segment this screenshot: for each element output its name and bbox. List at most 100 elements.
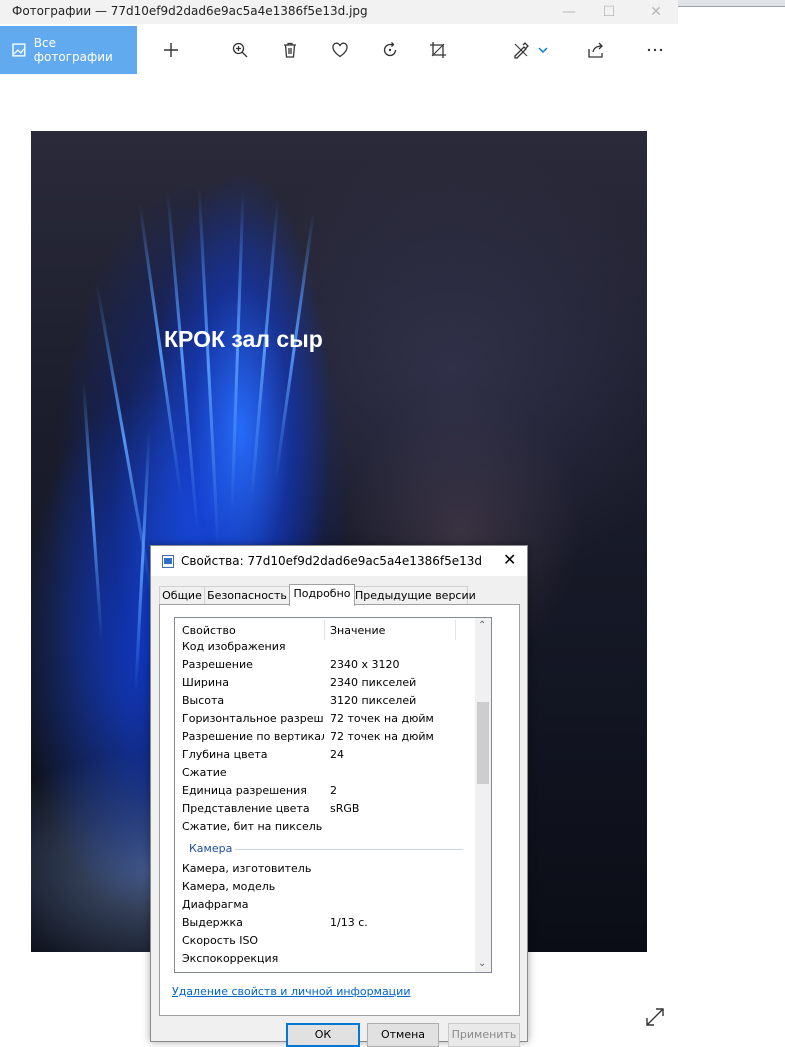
background-area <box>678 0 785 1040</box>
property-row[interactable]: Камера, изготовитель <box>175 860 475 878</box>
property-row[interactable]: Единица разрешения 2 <box>175 782 475 800</box>
scrollbar-thumb[interactable] <box>477 702 489 784</box>
property-row[interactable]: Код изображения <box>175 638 475 656</box>
scroll-up-icon[interactable]: ⌃ <box>478 620 486 631</box>
remove-properties-link[interactable]: Удаление свойств и личной информации <box>172 985 410 998</box>
rotate-icon <box>383 42 397 57</box>
list-scrollbar[interactable]: ⌃ ⌄ <box>475 618 491 972</box>
property-name: Сжатие, бит на пиксель <box>182 820 323 833</box>
property-row[interactable]: Горизонтальное разреше... 72 точек на дюй… <box>175 710 475 728</box>
property-name: Выдержка <box>182 916 243 929</box>
column-divider[interactable] <box>455 620 456 640</box>
title-bar: Фотографии — 77d10ef9d2dad6e9ac5a4e1386f… <box>0 0 678 24</box>
window-title: Фотографии — 77d10ef9d2dad6e9ac5a4e1386f… <box>12 4 368 18</box>
add-icon <box>164 43 178 57</box>
chevron-down-icon <box>538 47 548 53</box>
tab-security[interactable]: Безопасность <box>204 586 290 605</box>
property-name: Скорость ISO <box>182 934 259 947</box>
tab-details[interactable]: Подробно <box>289 584 355 606</box>
minimize-button[interactable]: — <box>558 2 580 22</box>
property-row[interactable]: Выдержка 1/13 с. <box>175 914 475 932</box>
delete-button[interactable] <box>278 38 302 62</box>
property-value: 24 <box>330 748 344 761</box>
edit-icon <box>514 42 529 59</box>
property-value: 2 <box>330 784 337 797</box>
property-row[interactable]: Разрешение по вертикали 72 точек на дюйм <box>175 728 475 746</box>
zoom-in-icon <box>232 42 248 58</box>
ok-button[interactable]: ОК <box>286 1023 360 1047</box>
edit-dropdown-button[interactable] <box>533 38 553 62</box>
property-row[interactable]: Глубина цвета 24 <box>175 746 475 764</box>
column-divider[interactable] <box>324 620 325 640</box>
delete-icon <box>284 42 296 58</box>
properties-dialog: Свойства: 77d10ef9d2dad6e9ac5a4e1386f5e1… <box>150 545 528 1047</box>
property-value: 2340 пикселей <box>330 676 417 689</box>
hair-strand <box>134 431 151 691</box>
background-window-edge <box>678 0 785 7</box>
property-row[interactable]: Представление цвета sRGB <box>175 800 475 818</box>
property-name: Камера, изготовитель <box>182 862 312 875</box>
property-value: sRGB <box>330 802 360 815</box>
property-value: 3120 пикселей <box>330 694 417 707</box>
property-name: Разрешение <box>182 658 253 671</box>
hair-strand <box>197 186 220 546</box>
property-row[interactable]: Диафрагма <box>175 896 475 914</box>
property-name: Ширина <box>182 676 229 689</box>
fullscreen-icon[interactable] <box>644 1006 666 1028</box>
photo-caption-text: КРОК зал сыр <box>164 326 323 352</box>
property-row[interactable]: Сжатие, бит на пиксель <box>175 818 475 836</box>
property-value: 72 точек на дюйм <box>330 712 434 725</box>
dialog-title: Свойства: 77d10ef9d2dad6e9ac5a4e1386f5e1… <box>181 554 482 568</box>
maximize-button[interactable]: ☐ <box>598 2 620 22</box>
zoom-in-button[interactable] <box>228 38 252 62</box>
property-name: Глубина цвета <box>182 748 268 761</box>
property-row[interactable]: Камера, модель <box>175 878 475 896</box>
hair-strand <box>166 191 199 531</box>
property-row[interactable]: Сжатие <box>175 764 475 782</box>
crop-icon <box>430 42 446 58</box>
edit-button[interactable] <box>509 38 533 62</box>
hair-strand <box>95 283 154 599</box>
scroll-down-icon[interactable]: ⌄ <box>478 958 486 969</box>
property-value: 2340 x 3120 <box>330 658 400 671</box>
properties-list: Свойство Значение Код изображения Разреш… <box>174 617 492 973</box>
property-row[interactable]: Ширина 2340 пикселей <box>175 674 475 692</box>
tab-previous-versions[interactable]: Предыдущие версии <box>354 586 476 605</box>
all-photos-button[interactable]: Все фотографии <box>0 26 137 74</box>
share-icon <box>588 42 603 58</box>
group-divider <box>235 849 463 850</box>
dialog-title-bar: Свойства: 77d10ef9d2dad6e9ac5a4e1386f5e1… <box>151 546 527 576</box>
property-name: Единица разрешения <box>182 784 307 797</box>
more-icon <box>647 48 663 52</box>
more-button[interactable] <box>643 38 667 62</box>
apply-button[interactable]: Применить <box>448 1023 520 1047</box>
all-photos-label: Все фотографии <box>33 36 113 64</box>
file-icon <box>162 555 174 568</box>
property-name: Камера, модель <box>182 880 276 893</box>
crop-button[interactable] <box>426 38 450 62</box>
property-name: Сжатие <box>182 766 227 779</box>
property-name: Представление цвета <box>182 802 310 815</box>
property-value: 1/13 с. <box>330 916 368 929</box>
property-row[interactable]: Высота 3120 пикселей <box>175 692 475 710</box>
property-name: Горизонтальное разреше... <box>182 712 324 725</box>
property-row[interactable]: Скорость ISO <box>175 932 475 950</box>
heart-icon <box>332 42 348 58</box>
tab-general[interactable]: Общие <box>159 586 205 605</box>
dialog-close-icon[interactable]: ✕ <box>503 550 516 569</box>
hair-strand <box>81 381 104 641</box>
column-header-property[interactable]: Свойство <box>182 624 236 637</box>
rotate-button[interactable] <box>378 38 402 62</box>
property-row[interactable]: Разрешение 2340 x 3120 <box>175 656 475 674</box>
group-header-camera: Камера <box>189 842 233 855</box>
close-window-button[interactable]: ✕ <box>645 2 667 22</box>
property-row[interactable]: Экспокоррекция <box>175 950 475 968</box>
share-button[interactable] <box>584 38 608 62</box>
property-value: 72 точек на дюйм <box>330 730 434 743</box>
column-header-value[interactable]: Значение <box>330 624 385 637</box>
details-panel: Свойство Значение Код изображения Разреш… <box>159 604 520 1016</box>
favorite-button[interactable] <box>328 38 352 62</box>
property-name: Разрешение по вертикали <box>182 730 324 743</box>
cancel-button[interactable]: Отмена <box>367 1023 439 1047</box>
add-button[interactable] <box>159 38 183 62</box>
